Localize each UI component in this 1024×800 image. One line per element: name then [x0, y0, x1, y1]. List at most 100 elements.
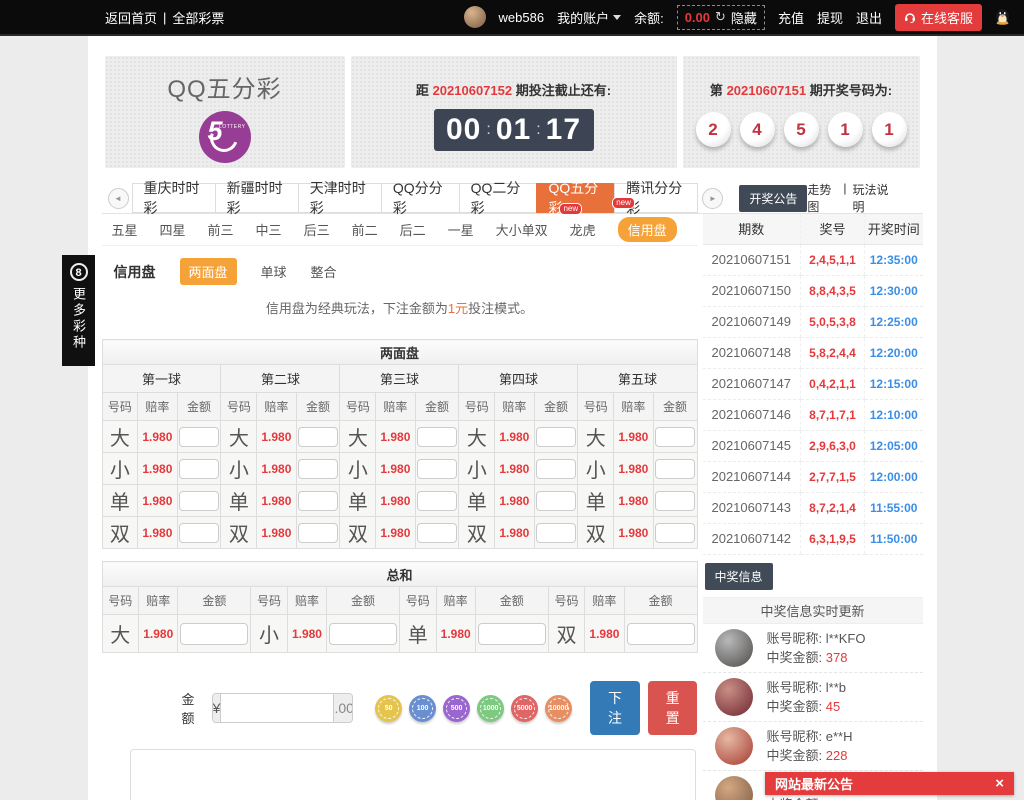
bet-input[interactable] [298, 491, 338, 511]
subtab-xinyongpan-active[interactable]: 信用盘 [618, 217, 677, 242]
tab-txffc[interactable]: 腾讯分分彩 new [614, 183, 698, 213]
lottery-title: QQ五分彩 [105, 69, 345, 104]
bet-input[interactable] [179, 523, 219, 543]
bet-input[interactable] [417, 523, 457, 543]
refresh-icon[interactable]: ↻ [715, 9, 726, 25]
bet-input[interactable] [298, 427, 338, 447]
chip-50[interactable]: 50 [375, 695, 402, 722]
tab-xjssc[interactable]: 新疆时时彩 [215, 183, 299, 213]
mode-two-side-active[interactable]: 两面盘 [180, 258, 237, 285]
qq-penguin-icon[interactable] [995, 8, 1010, 26]
recharge-link[interactable]: 充值 [778, 8, 804, 27]
chip-100[interactable]: 100 [409, 695, 436, 722]
bet-option-big[interactable]: 大 [102, 421, 138, 453]
bet-option-even[interactable]: 双 [578, 517, 614, 549]
bet-option-odd[interactable]: 单 [340, 485, 376, 517]
mode-single-ball[interactable]: 单球 [261, 262, 287, 281]
hide-balance-button[interactable]: 隐藏 [731, 8, 757, 27]
subtab-houer[interactable]: 后二 [400, 220, 426, 239]
bet-option-small[interactable]: 小 [102, 453, 138, 485]
bet-option-odd[interactable]: 单 [459, 485, 495, 517]
bet-input[interactable] [298, 459, 338, 479]
odds-value: 1.980 [436, 615, 475, 653]
bet-input[interactable] [655, 491, 695, 511]
bet-option-small[interactable]: 小 [221, 453, 257, 485]
tabs-scroll-left-icon[interactable]: ◄ [108, 188, 129, 209]
bet-input[interactable] [417, 427, 457, 447]
bet-input[interactable] [298, 523, 338, 543]
bet-input[interactable] [478, 623, 546, 645]
home-link[interactable]: 返回首页 [105, 8, 157, 27]
bet-input[interactable] [179, 427, 219, 447]
bet-option-even[interactable]: 双 [459, 517, 495, 549]
bet-option-odd[interactable]: 单 [102, 485, 138, 517]
bet-input[interactable] [329, 623, 397, 645]
play-rules-link[interactable]: 玩法说明 [853, 181, 893, 215]
subtab-yixing[interactable]: 一星 [448, 220, 474, 239]
close-icon[interactable]: × [995, 775, 1004, 792]
bet-option-big[interactable]: 大 [578, 421, 614, 453]
subtab-wuxing[interactable]: 五星 [112, 220, 138, 239]
tabs-scroll-right-icon[interactable]: ► [702, 188, 723, 209]
trend-chart-link[interactable]: 走势图 [807, 181, 837, 215]
bet-option-even[interactable]: 双 [340, 517, 376, 549]
bet-option-odd[interactable]: 单 [221, 485, 257, 517]
bet-option-big[interactable]: 大 [221, 421, 257, 453]
amount-input[interactable] [221, 694, 333, 722]
site-announcement-bar[interactable]: 网站最新公告 × [765, 772, 1014, 795]
tab-qq5fc-active[interactable]: QQ五分彩 new [536, 183, 615, 213]
bet-option-big[interactable]: 大 [459, 421, 495, 453]
bet-input[interactable] [417, 459, 457, 479]
bet-option-even[interactable]: 双 [102, 517, 138, 549]
more-lotteries-tab[interactable]: 8 更多彩种 [62, 255, 95, 366]
bet-option-small[interactable]: 小 [578, 453, 614, 485]
withdraw-link[interactable]: 提现 [817, 8, 843, 27]
chip-10000[interactable]: 10000 [545, 695, 572, 722]
countdown-timer: 00 : 01 : 17 [434, 109, 594, 151]
tab-tjssc[interactable]: 天津时时彩 [298, 183, 382, 213]
sum-option-odd[interactable]: 单 [399, 615, 436, 653]
bet-option-small[interactable]: 小 [459, 453, 495, 485]
sum-option-small[interactable]: 小 [251, 615, 288, 653]
mode-combined[interactable]: 整合 [311, 262, 337, 281]
tab-cqssc[interactable]: 重庆时时彩 [132, 183, 216, 213]
reset-button[interactable]: 重置 [648, 681, 698, 735]
bet-input[interactable] [655, 523, 695, 543]
bet-input[interactable] [417, 491, 457, 511]
subtab-housan[interactable]: 后三 [304, 220, 330, 239]
bet-option-big[interactable]: 大 [340, 421, 376, 453]
chip-1000[interactable]: 1000 [477, 695, 504, 722]
tab-qqffc[interactable]: QQ分分彩 [381, 183, 460, 213]
bet-input[interactable] [179, 459, 219, 479]
bet-option-small[interactable]: 小 [340, 453, 376, 485]
subtab-qiansan[interactable]: 前三 [208, 220, 234, 239]
account-menu[interactable]: 我的账户 [557, 8, 621, 27]
bet-input[interactable] [655, 427, 695, 447]
winners-info-button[interactable]: 中奖信息 [705, 563, 773, 590]
online-service-button[interactable]: 在线客服 [895, 4, 982, 31]
chip-500[interactable]: 500 [443, 695, 470, 722]
subtab-zhongsan[interactable]: 中三 [256, 220, 282, 239]
bet-input[interactable] [179, 491, 219, 511]
bet-input[interactable] [180, 623, 248, 645]
sum-option-even[interactable]: 双 [548, 615, 585, 653]
bet-option-odd[interactable]: 单 [578, 485, 614, 517]
subtab-qianer[interactable]: 前二 [352, 220, 378, 239]
sum-option-big[interactable]: 大 [102, 615, 139, 653]
bet-input[interactable] [536, 459, 576, 479]
chip-5000[interactable]: 5000 [511, 695, 538, 722]
bet-input[interactable] [536, 523, 576, 543]
draw-announcement-button[interactable]: 开奖公告 [739, 185, 807, 212]
bet-input[interactable] [627, 623, 695, 645]
tab-qq2fc[interactable]: QQ二分彩 [459, 183, 538, 213]
bet-input[interactable] [655, 459, 695, 479]
bet-option-even[interactable]: 双 [221, 517, 257, 549]
subtab-longhu[interactable]: 龙虎 [570, 220, 596, 239]
logout-link[interactable]: 退出 [856, 8, 882, 27]
bet-input[interactable] [536, 491, 576, 511]
subtab-daxiaodanshuang[interactable]: 大小单双 [496, 220, 548, 239]
all-lottery-link[interactable]: 全部彩票 [172, 8, 224, 27]
bet-input[interactable] [536, 427, 576, 447]
place-bet-button[interactable]: 下注 [590, 681, 640, 735]
subtab-sixing[interactable]: 四星 [160, 220, 186, 239]
